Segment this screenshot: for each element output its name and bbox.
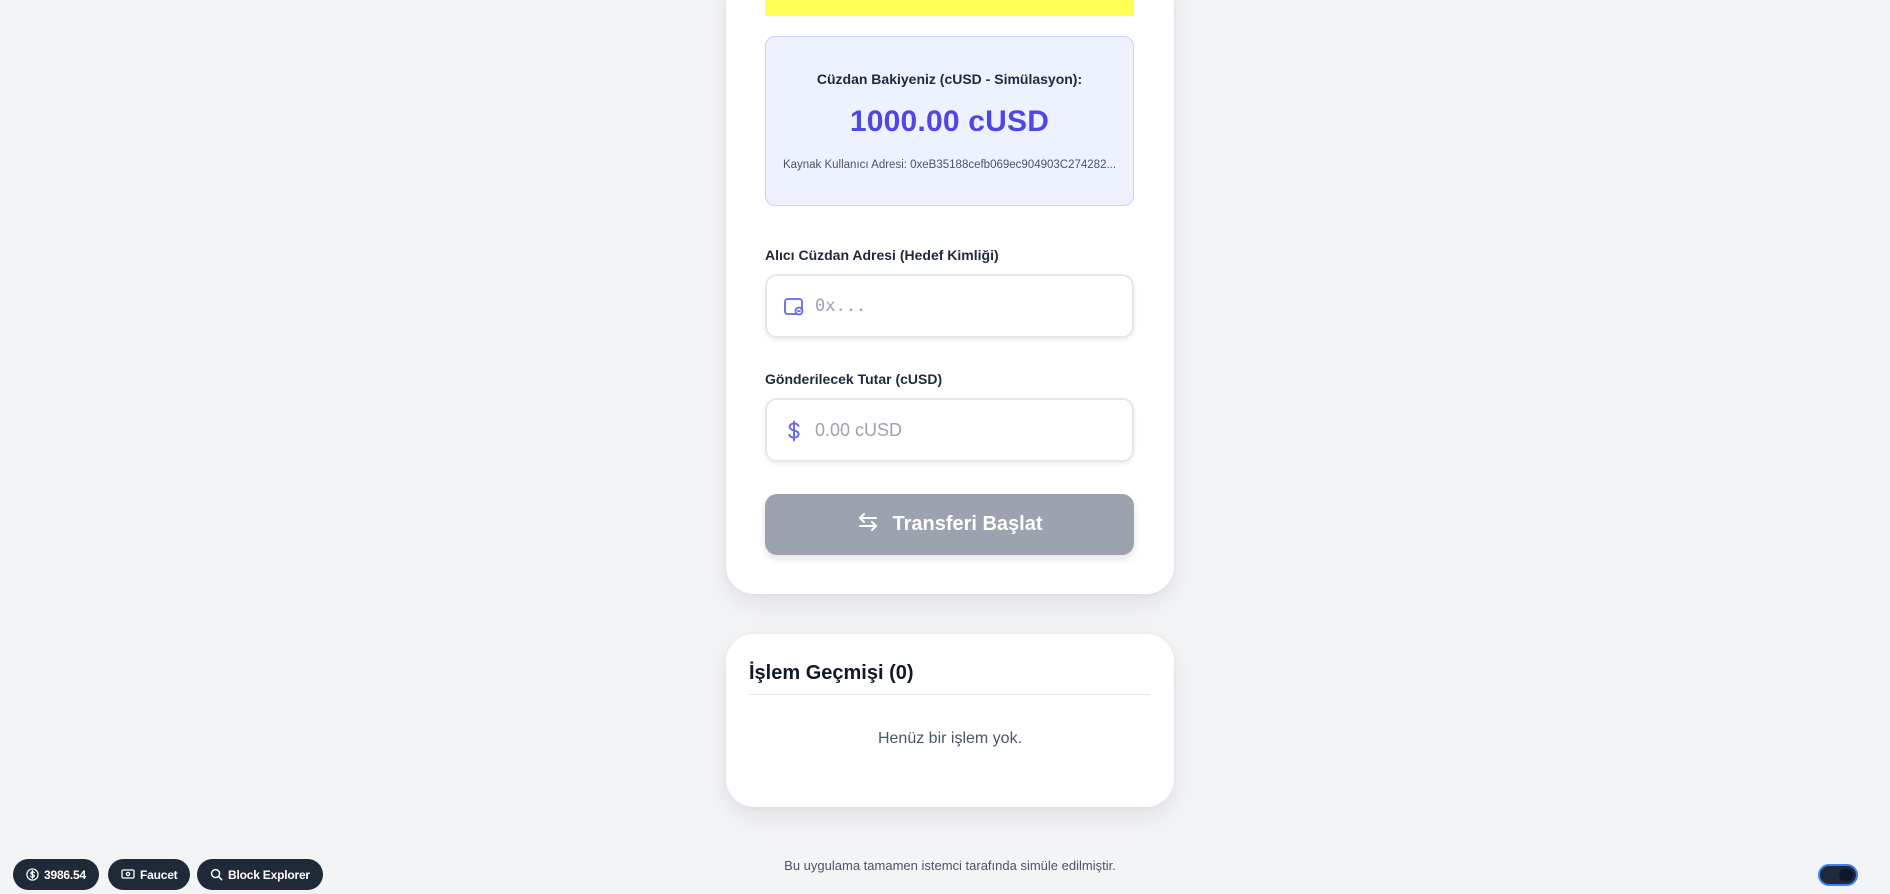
history-empty-message: Henüz bir işlem yok. (877, 730, 1023, 747)
transfer-button-label: Transferi Başlat (892, 513, 1043, 535)
search-icon (210, 868, 223, 881)
amount-label: Gönderilecek Tutar (cUSD) (765, 371, 943, 387)
block-explorer-label: Block Explorer (228, 867, 310, 882)
block-explorer-button[interactable]: Block Explorer (197, 859, 323, 890)
faucet-label: Faucet (140, 867, 178, 882)
dollar-icon (783, 420, 805, 442)
coin-icon (26, 868, 39, 881)
amount-input[interactable] (815, 408, 1120, 452)
recipient-field[interactable] (765, 274, 1134, 338)
balance-title: Cüzdan Bakiyeniz (cUSD - Simülasyon): (816, 71, 1083, 87)
history-title: İşlem Geçmişi (0) (749, 662, 914, 684)
recipient-label: Alıcı Cüzdan Adresi (Hedef Kimliği) (765, 247, 999, 263)
transaction-history-card: İşlem Geçmişi (0) Henüz bir işlem yok. (726, 634, 1174, 807)
recipient-input[interactable] (815, 284, 1120, 328)
source-address: Kaynak Kullanıcı Adresi: 0xeB35188cefb06… (782, 159, 1117, 171)
theme-toggle[interactable] (1818, 864, 1858, 886)
toggle-knob (1839, 869, 1853, 881)
balance-value: 1000.00 cUSD (849, 105, 1050, 138)
toolbar-balance: 3986.54 (44, 867, 86, 882)
balance-panel: Cüzdan Bakiyeniz (cUSD - Simülasyon): 10… (765, 36, 1134, 206)
balance-pill[interactable]: 3986.54 (13, 859, 99, 890)
transfer-button[interactable]: Transferi Başlat (765, 494, 1134, 555)
arrows-exchange-icon (856, 510, 880, 540)
history-divider (749, 694, 1150, 695)
warning-banner (765, 0, 1134, 16)
wallet-icon (783, 296, 805, 318)
amount-field[interactable] (765, 398, 1134, 462)
banknote-icon (121, 868, 135, 881)
faucet-button[interactable]: Faucet (108, 859, 191, 890)
